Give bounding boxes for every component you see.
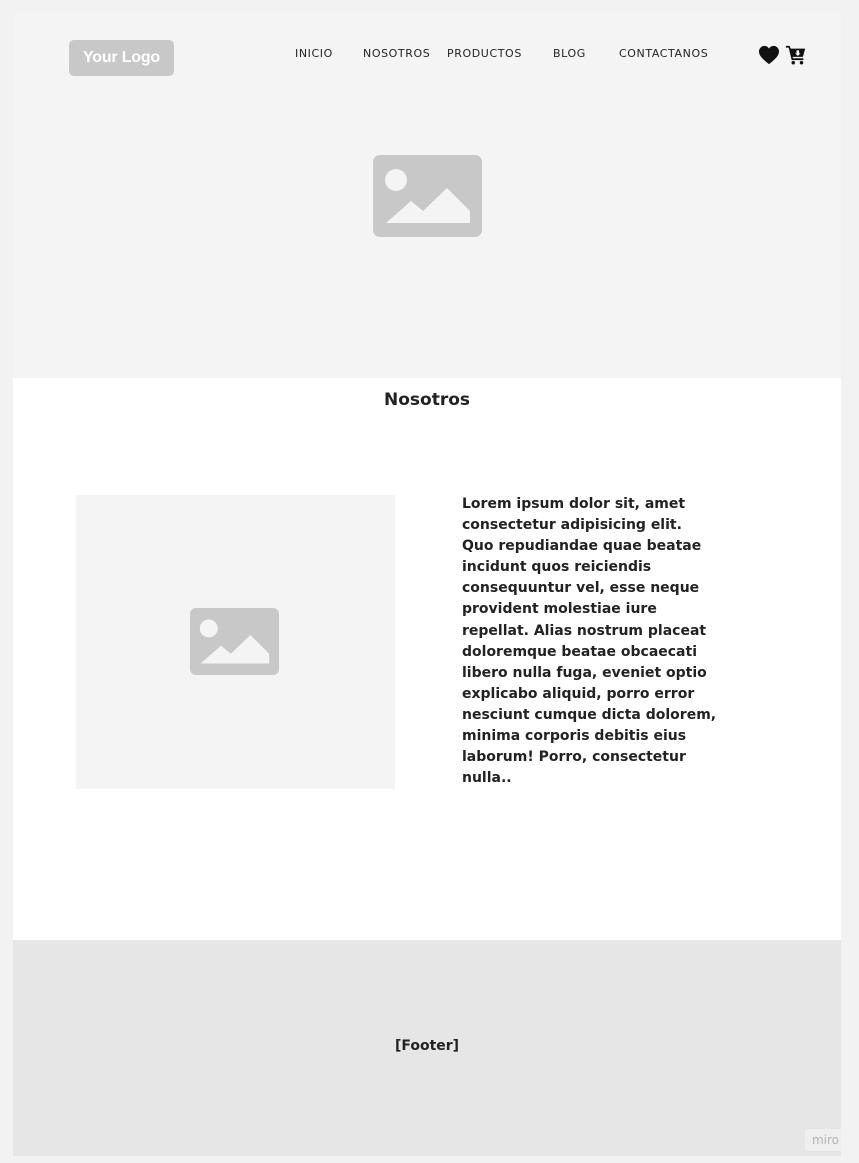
- nav-link-blog[interactable]: BLOG: [553, 47, 586, 60]
- nav-link-productos[interactable]: PRODUCTOS: [447, 47, 522, 60]
- section-title-nosotros: Nosotros: [383, 390, 470, 410]
- footer-label: [Footer]: [394, 1038, 460, 1054]
- nav-link-inicio[interactable]: INICIO: [295, 47, 333, 60]
- miro-watermark: miro: [805, 1129, 841, 1151]
- image-placeholder-icon: [190, 608, 279, 675]
- page-frame: Your Logo INICIO NOSOTROS PRODUCTOS BLOG…: [13, 13, 841, 1156]
- logo[interactable]: Your Logo: [69, 40, 174, 76]
- header-hero: Your Logo INICIO NOSOTROS PRODUCTOS BLOG…: [13, 13, 841, 378]
- image-placeholder-icon: [373, 155, 482, 237]
- cart-icon[interactable]: [785, 44, 807, 66]
- about-text: Lorem ipsum dolor sit, amet consectetur …: [462, 496, 717, 787]
- footer: [Footer] miro: [13, 940, 841, 1156]
- nav-link-contactanos[interactable]: CONTACTANOS: [619, 47, 708, 60]
- heart-icon[interactable]: [758, 45, 780, 65]
- nav-link-nosotros[interactable]: NOSOTROS: [363, 47, 430, 60]
- about-image: [76, 495, 395, 789]
